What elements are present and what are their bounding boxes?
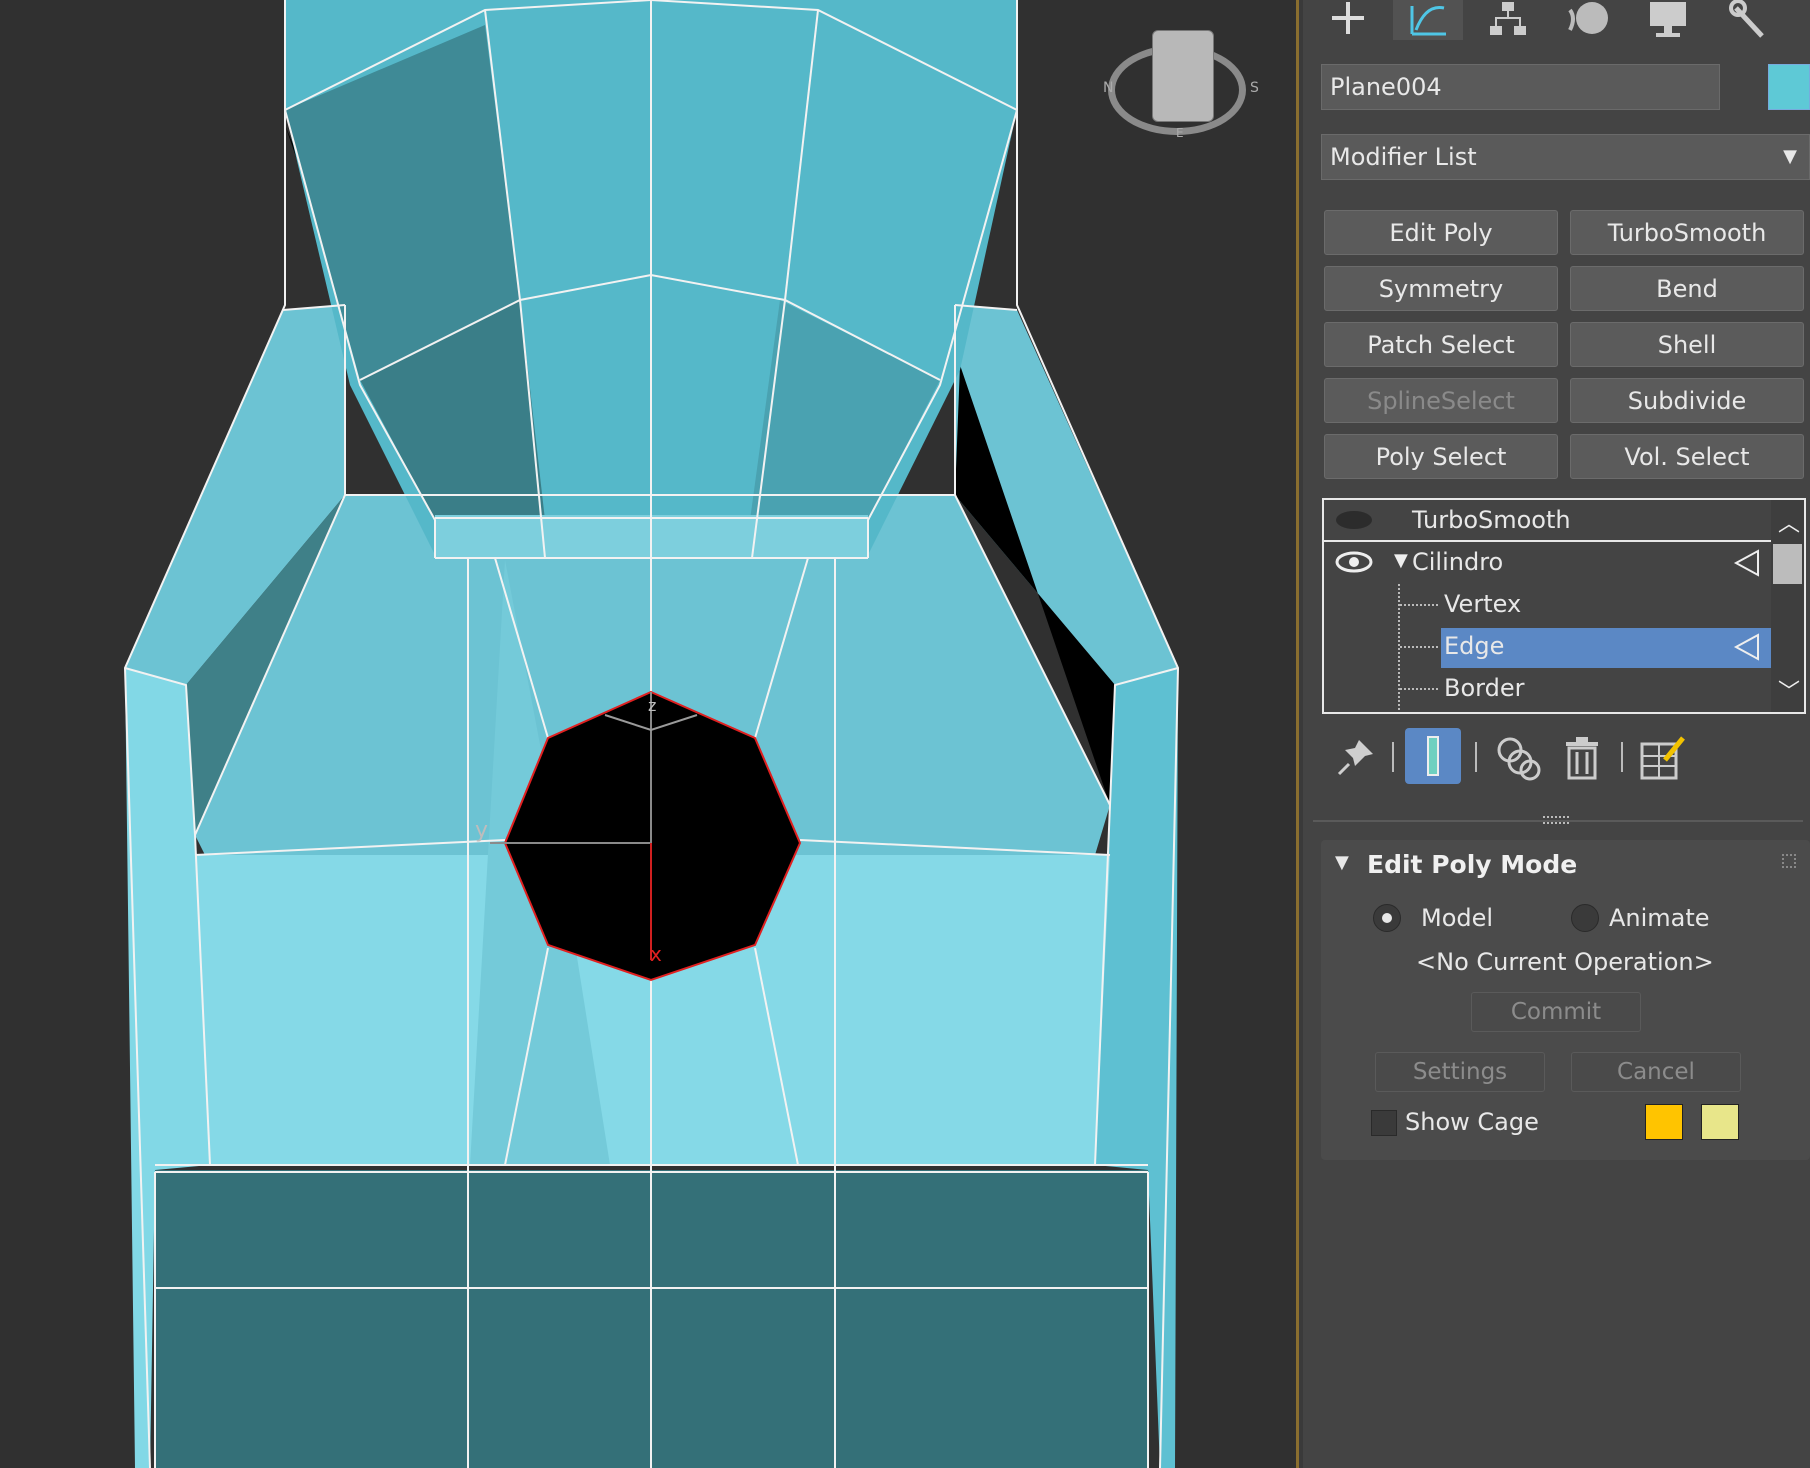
command-panel-tabs xyxy=(1303,0,1810,42)
modifier-button-vol-select[interactable]: Vol. Select xyxy=(1570,434,1804,479)
viewcube-n-label: N xyxy=(1103,80,1114,96)
modifier-button-edit-poly[interactable]: Edit Poly xyxy=(1324,210,1558,255)
end-result-icon xyxy=(1427,736,1439,776)
object-name-field[interactable]: Plane004 xyxy=(1321,64,1720,110)
panel-splitter[interactable] xyxy=(1296,0,1303,1468)
gizmo-z-label: z xyxy=(648,696,657,715)
make-unique-icon xyxy=(1497,737,1541,781)
modifier-button-poly-select[interactable]: Poly Select xyxy=(1324,434,1558,479)
object-color-swatch[interactable] xyxy=(1768,64,1810,110)
modifier-stack[interactable]: TurboSmooth ▼ Cilindro Vertex Edge Borde… xyxy=(1322,498,1806,714)
stack-item-turbosmooth[interactable]: TurboSmooth xyxy=(1324,500,1772,540)
cage-color-swatch-1[interactable] xyxy=(1645,1104,1683,1140)
tab-display[interactable] xyxy=(1633,0,1703,40)
toolbar-separator xyxy=(1621,742,1623,772)
viewcube-box[interactable] xyxy=(1152,30,1214,122)
expand-triangle-icon[interactable]: ▼ xyxy=(1394,550,1408,571)
wrench-icon xyxy=(1729,0,1764,38)
tab-create[interactable] xyxy=(1313,0,1383,40)
chevron-up-icon[interactable]: ︿ xyxy=(1778,506,1800,538)
mesh-canvas[interactable] xyxy=(0,0,1296,1468)
plus-icon xyxy=(1332,2,1364,34)
modifier-button-subdivide[interactable]: Subdivide xyxy=(1570,378,1804,423)
eye-icon[interactable] xyxy=(1334,548,1374,578)
remove-modifier-button[interactable] xyxy=(1554,730,1610,786)
monitor-icon xyxy=(1650,2,1686,37)
subobject-arrow-icon xyxy=(1733,549,1759,577)
viewcube[interactable]: N S E xyxy=(1100,20,1265,140)
stack-item-label: Cilindro xyxy=(1412,548,1504,576)
gizmo-x-label: x xyxy=(650,942,662,966)
viewcube-s-label: S xyxy=(1250,80,1259,96)
modifier-button-shell[interactable]: Shell xyxy=(1570,322,1804,367)
settings-button[interactable]: Settings xyxy=(1375,1052,1545,1092)
stack-item-label: Vertex xyxy=(1444,590,1522,618)
tree-connector xyxy=(1400,688,1438,690)
stack-scroll-thumb[interactable] xyxy=(1773,544,1802,584)
modify-curve-icon xyxy=(1410,5,1446,36)
stack-item-label: Border xyxy=(1444,674,1525,702)
modifier-button-splineselect[interactable]: SplineSelect xyxy=(1324,378,1558,423)
drag-handle-icon[interactable] xyxy=(1543,816,1569,824)
cancel-button[interactable]: Cancel xyxy=(1571,1052,1741,1092)
motion-sphere-icon xyxy=(1568,2,1608,34)
modifier-button-turbosmooth[interactable]: TurboSmooth xyxy=(1570,210,1804,255)
pin-stack-button[interactable] xyxy=(1327,730,1383,786)
show-cage-label: Show Cage xyxy=(1405,1108,1539,1136)
current-operation-status: <No Current Operation> xyxy=(1416,948,1714,976)
stack-item-cilindro[interactable]: ▼ Cilindro xyxy=(1324,542,1772,582)
show-end-result-button[interactable] xyxy=(1405,728,1461,784)
rollout-title[interactable]: Edit Poly Mode xyxy=(1367,850,1577,879)
tab-motion[interactable] xyxy=(1553,0,1623,40)
stack-item-vertex[interactable]: Vertex xyxy=(1324,584,1772,624)
toolbar-separator xyxy=(1392,742,1394,772)
configure-modifier-sets-button[interactable] xyxy=(1635,730,1691,786)
tab-utilities[interactable] xyxy=(1713,0,1783,40)
modifier-button-bend[interactable]: Bend xyxy=(1570,266,1804,311)
tab-hierarchy[interactable] xyxy=(1473,0,1543,40)
rollout-grip-icon[interactable] xyxy=(1782,854,1796,868)
show-cage-checkbox[interactable] xyxy=(1371,1110,1397,1136)
animate-label: Animate xyxy=(1609,904,1710,932)
viewport[interactable]: y z x N S E xyxy=(0,0,1296,1468)
commit-button[interactable]: Commit xyxy=(1471,992,1641,1032)
edit-poly-mode-rollout: ▼ Edit Poly Mode Model Animate <No Curre… xyxy=(1321,840,1810,1160)
stack-item-edge[interactable]: Edge xyxy=(1324,626,1772,666)
pin-icon xyxy=(1337,740,1373,776)
viewcube-e-label: E xyxy=(1176,126,1184,140)
chevron-down-icon[interactable]: ﹀ xyxy=(1778,674,1800,706)
command-panel: Plane004 Modifier List ▼ Edit Poly Turbo… xyxy=(1303,0,1810,1468)
cage-color-swatch-2[interactable] xyxy=(1701,1104,1739,1140)
modifier-list-label: Modifier List xyxy=(1330,143,1477,171)
make-unique-button[interactable] xyxy=(1490,730,1546,786)
chevron-down-icon: ▼ xyxy=(1783,146,1797,167)
gizmo-y-label: y xyxy=(475,818,489,843)
tree-connector xyxy=(1400,646,1438,648)
stack-item-label: Edge xyxy=(1444,632,1505,660)
stack-scrollbar[interactable]: ︿ ﹀ xyxy=(1771,500,1804,712)
tab-modify[interactable] xyxy=(1393,0,1463,40)
collapse-triangle-icon[interactable]: ▼ xyxy=(1335,852,1349,873)
modifier-button-symmetry[interactable]: Symmetry xyxy=(1324,266,1558,311)
toolbar-separator xyxy=(1475,742,1477,772)
stack-item-border[interactable]: Border xyxy=(1324,668,1772,708)
modifier-button-patch-select[interactable]: Patch Select xyxy=(1324,322,1558,367)
modifier-list-dropdown[interactable]: Modifier List ▼ xyxy=(1321,134,1810,180)
stack-item-label: TurboSmooth xyxy=(1412,506,1571,534)
hierarchy-icon xyxy=(1490,2,1526,35)
animate-radio[interactable] xyxy=(1571,904,1599,932)
model-radio[interactable] xyxy=(1373,904,1401,932)
tree-connector xyxy=(1400,604,1438,606)
model-label: Model xyxy=(1421,904,1494,932)
eye-off-icon[interactable] xyxy=(1334,506,1374,536)
trash-icon xyxy=(1566,737,1598,780)
subobject-arrow-icon xyxy=(1733,633,1759,661)
configure-sets-icon xyxy=(1640,736,1685,780)
